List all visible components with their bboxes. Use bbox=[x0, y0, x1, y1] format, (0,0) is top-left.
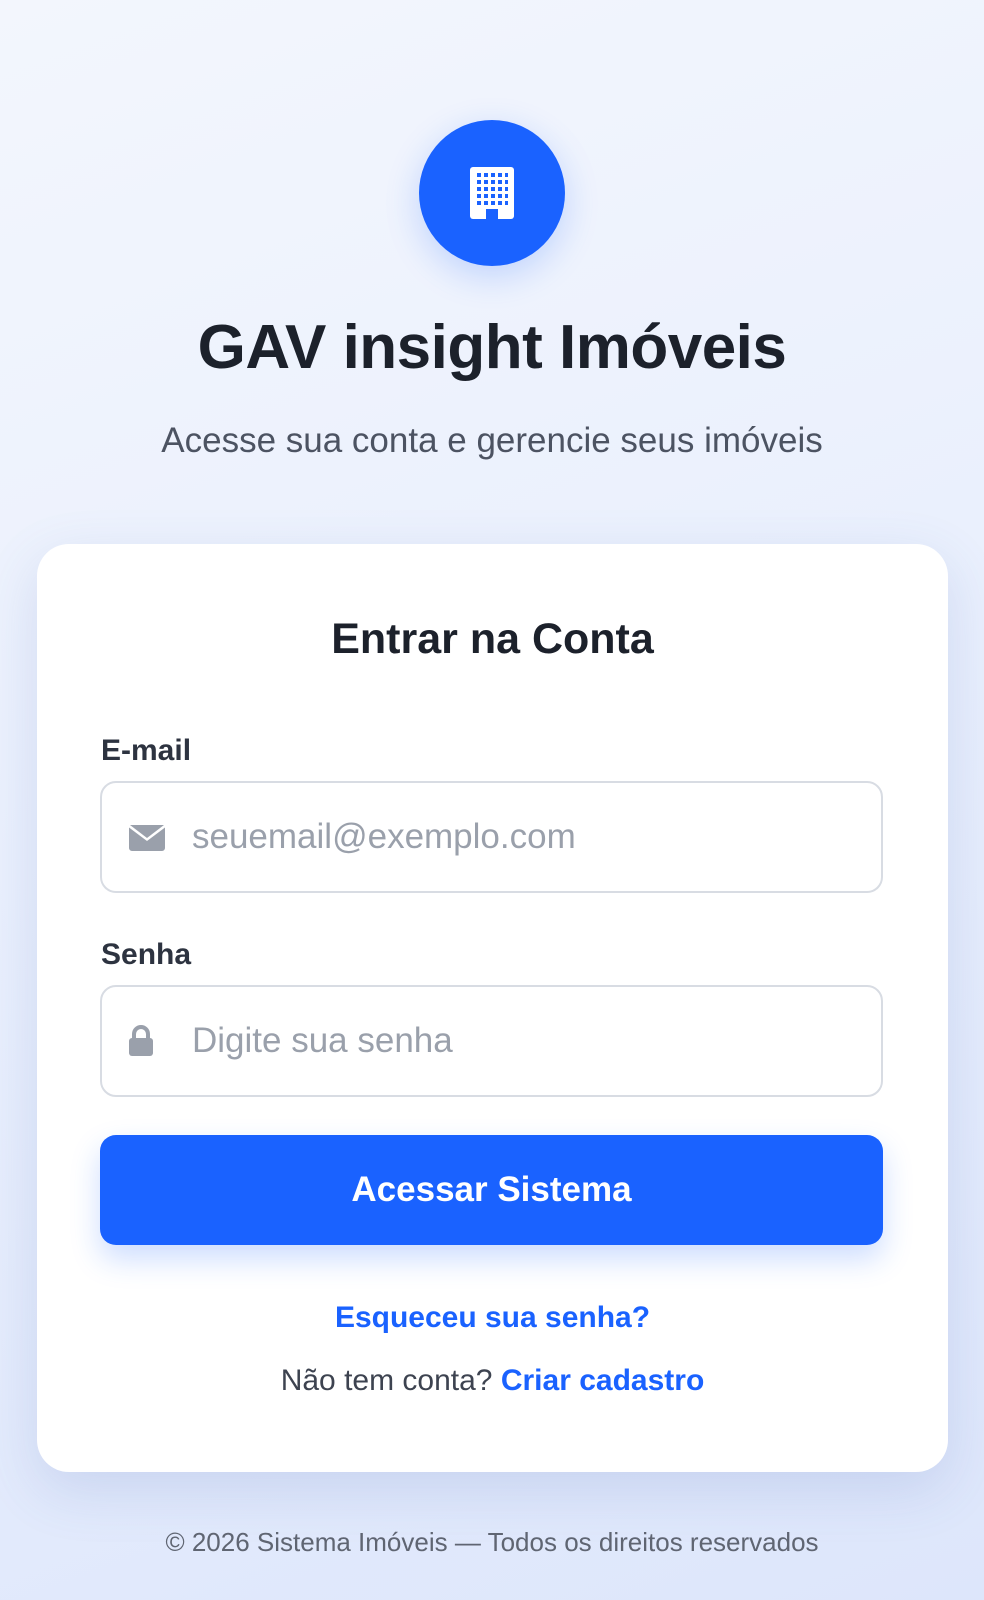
password-field[interactable] bbox=[192, 987, 872, 1095]
email-field[interactable] bbox=[192, 783, 872, 891]
login-submit-button[interactable]: Acessar Sistema bbox=[100, 1135, 883, 1245]
brand-logo bbox=[419, 120, 565, 266]
login-card: Entrar na Conta E-mail Senha Acessar Sis… bbox=[37, 544, 948, 1472]
forgot-password-link[interactable]: Esqueceu sua senha? bbox=[37, 1301, 948, 1335]
email-field-wrapper bbox=[100, 781, 883, 893]
building-icon bbox=[470, 167, 514, 219]
signup-prompt-line: Não tem conta? Criar cadastro bbox=[37, 1364, 948, 1398]
app-subtitle: Acesse sua conta e gerencie seus imóveis bbox=[161, 421, 823, 460]
signup-link[interactable]: Criar cadastro bbox=[501, 1364, 704, 1397]
email-label: E-mail bbox=[101, 734, 192, 767]
footer-copyright: © 2026 Sistema Imóveis — Todos os direit… bbox=[165, 1527, 819, 1557]
app-title: GAV insight Imóveis bbox=[197, 313, 787, 382]
lock-icon bbox=[129, 1025, 153, 1056]
login-card-title: Entrar na Conta bbox=[331, 615, 654, 663]
envelope-icon bbox=[129, 825, 165, 851]
password-field-wrapper bbox=[100, 985, 883, 1097]
signup-prompt-text: Não tem conta? bbox=[280, 1364, 493, 1397]
password-label: Senha bbox=[101, 938, 192, 971]
